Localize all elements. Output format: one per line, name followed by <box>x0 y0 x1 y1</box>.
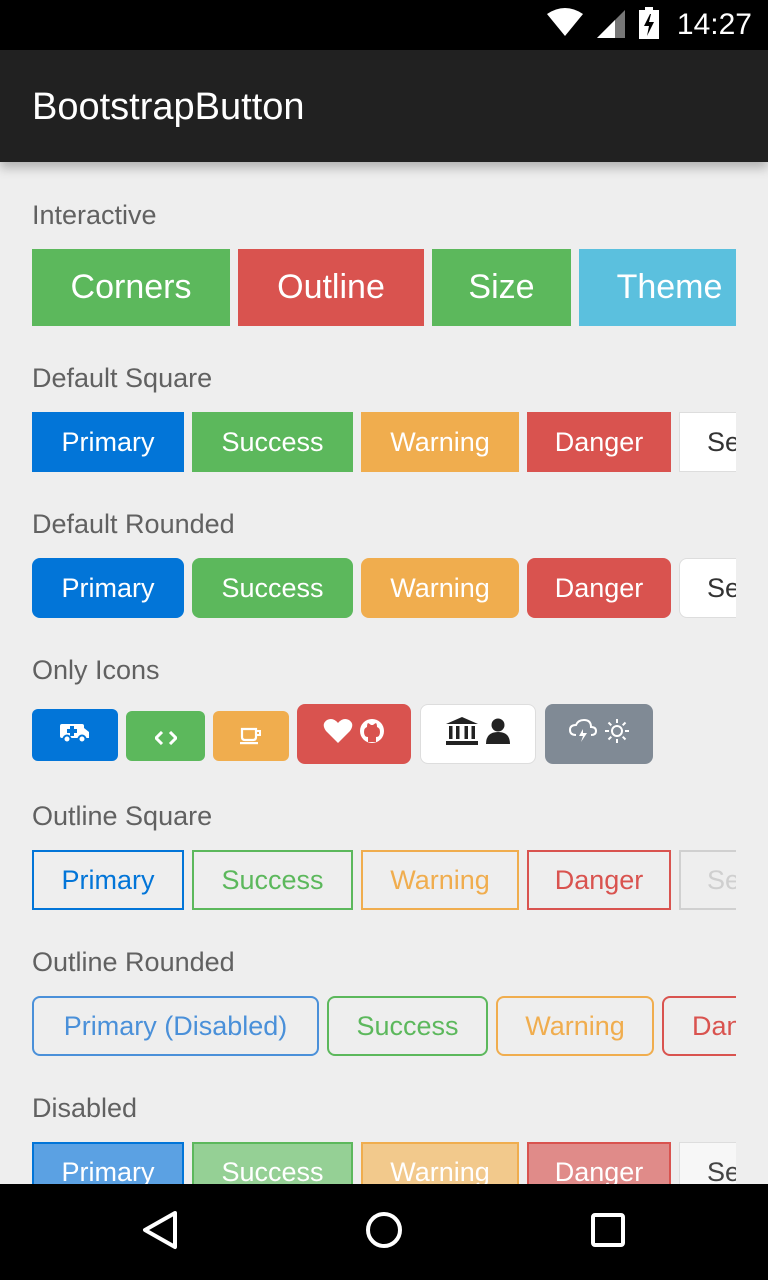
wifi-icon <box>546 7 583 43</box>
disabled-secondary-button: Se <box>679 1142 736 1184</box>
icon-button-danger[interactable] <box>297 704 411 764</box>
outline-square-warning-button[interactable]: Warning <box>361 850 519 910</box>
disabled-danger-button: Danger <box>527 1142 671 1184</box>
disabled-row: Primary Success Warning Danger Se <box>32 1142 736 1184</box>
outline-button[interactable]: Outline <box>238 249 424 326</box>
button-list: Interactive Corners Outline Size Theme D… <box>32 162 736 1184</box>
code-icon <box>153 721 178 752</box>
outline-square-danger-button[interactable]: Danger <box>527 850 671 910</box>
icon-button-secondary[interactable] <box>420 704 536 764</box>
theme-button[interactable]: Theme <box>579 249 736 326</box>
default-rounded-success-button[interactable]: Success <box>192 558 353 618</box>
back-icon <box>141 1210 179 1255</box>
only-icons-row <box>32 704 736 764</box>
default-square-danger-button[interactable]: Danger <box>527 412 671 472</box>
icon-button-success[interactable] <box>126 711 205 761</box>
disabled-primary-button: Primary <box>32 1142 184 1184</box>
status-time: 14:27 <box>676 8 752 41</box>
section-label-outline-rounded: Outline Rounded <box>32 947 235 977</box>
outline-rounded-row: Primary (Disabled) Success Warning Dan <box>32 996 736 1056</box>
section-label-default-rounded: Default Rounded <box>32 509 235 539</box>
section-label-disabled: Disabled <box>32 1093 138 1123</box>
main-content[interactable]: Interactive Corners Outline Size Theme D… <box>0 162 768 1184</box>
home-button[interactable] <box>336 1184 432 1280</box>
signal-icon <box>596 8 625 43</box>
default-square-warning-button[interactable]: Warning <box>361 412 519 472</box>
home-icon <box>364 1210 404 1255</box>
corners-button[interactable]: Corners <box>32 249 230 326</box>
outline-rounded-success-button[interactable]: Success <box>327 996 488 1056</box>
disabled-warning-button: Warning <box>361 1142 519 1184</box>
default-rounded-secondary-button[interactable]: Se <box>679 558 736 618</box>
icon-button-warning[interactable] <box>213 711 289 761</box>
section-label-outline-square: Outline Square <box>32 801 213 831</box>
outline-square-primary-button[interactable]: Primary <box>32 850 184 910</box>
default-rounded-primary-button[interactable]: Primary <box>32 558 184 618</box>
recents-button[interactable] <box>560 1184 656 1280</box>
default-square-success-button[interactable]: Success <box>192 412 353 472</box>
default-rounded-warning-button[interactable]: Warning <box>361 558 519 618</box>
default-rounded-row: Primary Success Warning Danger Se <box>32 558 736 618</box>
default-square-row: Primary Success Warning Danger Se <box>32 412 736 472</box>
app-bar: BootstrapButton <box>0 50 768 162</box>
interactive-row: Corners Outline Size Theme <box>32 249 736 326</box>
section-label-only-icons: Only Icons <box>32 655 160 685</box>
default-rounded-danger-button[interactable]: Danger <box>527 558 671 618</box>
size-button[interactable]: Size <box>432 249 571 326</box>
github-icon <box>359 718 385 751</box>
outline-square-success-button[interactable]: Success <box>192 850 353 910</box>
cloud-icon <box>568 718 598 750</box>
bank-icon <box>446 716 478 752</box>
outline-square-secondary-button[interactable]: Se <box>679 850 736 910</box>
app-title: BootstrapButton <box>32 86 305 128</box>
heart-icon <box>323 718 353 751</box>
coffee-icon <box>240 721 262 752</box>
ambulance-icon <box>60 720 90 751</box>
outline-rounded-warning-button[interactable]: Warning <box>496 996 654 1056</box>
status-bar: 14:27 <box>0 0 768 50</box>
section-label-default-square: Default Square <box>32 363 213 393</box>
section-label-interactive: Interactive <box>32 200 157 230</box>
icon-button-regular[interactable] <box>545 704 653 764</box>
back-button[interactable] <box>112 1184 208 1280</box>
icon-button-primary[interactable] <box>32 709 118 761</box>
battery-charging-icon <box>638 6 659 44</box>
default-square-primary-button[interactable]: Primary <box>32 412 184 472</box>
outline-square-row: Primary Success Warning Danger Se <box>32 850 736 910</box>
sun-icon <box>605 718 629 750</box>
default-square-secondary-button[interactable]: Se <box>679 412 736 472</box>
navigation-bar <box>0 1184 768 1280</box>
recents-icon <box>590 1212 626 1253</box>
outline-rounded-danger-button[interactable]: Dan <box>662 996 736 1056</box>
disabled-success-button: Success <box>192 1142 353 1184</box>
user-icon <box>486 718 510 751</box>
outline-rounded-primary-disabled-button: Primary (Disabled) <box>32 996 319 1056</box>
